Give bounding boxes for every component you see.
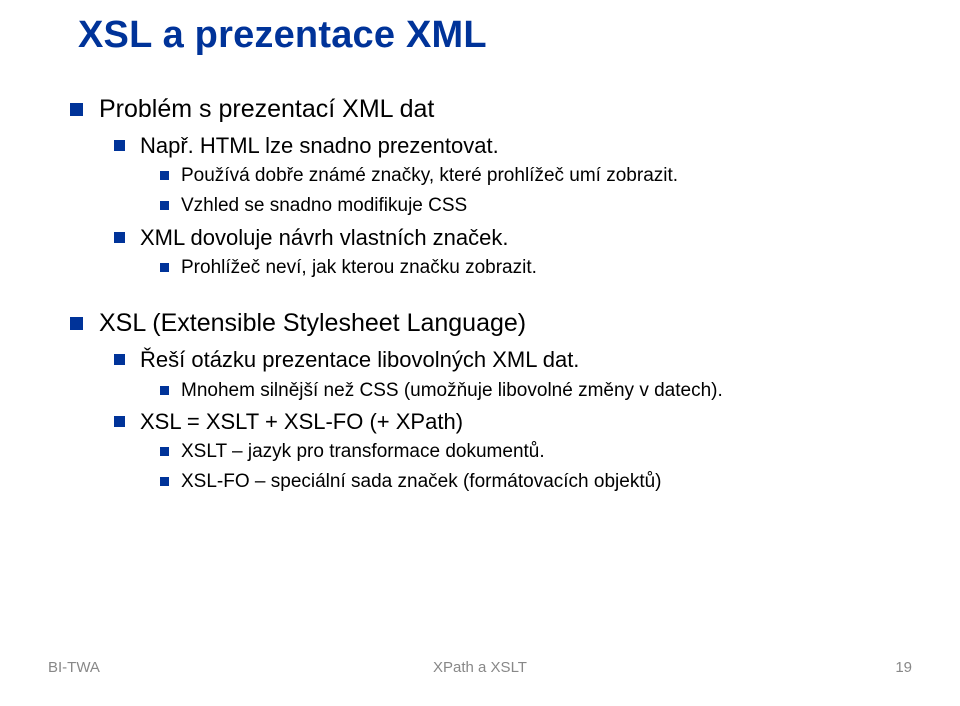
footer-page-number: 19 (895, 659, 912, 676)
list-item: XSL-FO – speciální sada značek (formátov… (160, 469, 890, 495)
bullet-icon (160, 201, 169, 210)
list-item: XML dovoluje návrh vlastních značek. (114, 223, 890, 252)
bullet-list: Problém s prezentací XML dat Např. HTML … (70, 94, 890, 498)
slide-title: XSL a prezentace XML (78, 14, 487, 57)
list-item-label: Problém s prezentací XML dat (99, 94, 434, 125)
list-item: XSLT – jazyk pro transformace dokumentů. (160, 439, 890, 465)
bullet-icon (114, 140, 125, 151)
bullet-icon (70, 317, 83, 330)
list-item-label: Mnohem silnější než CSS (umožňuje libovo… (181, 378, 723, 404)
list-item-label: XML dovoluje návrh vlastních značek. (140, 223, 509, 252)
bullet-icon (160, 171, 169, 180)
list-item: Používá dobře známé značky, které prohlí… (160, 163, 890, 189)
list-item: Prohlížeč neví, jak kterou značku zobraz… (160, 255, 890, 281)
list-item: Mnohem silnější než CSS (umožňuje libovo… (160, 378, 890, 404)
bullet-icon (70, 103, 83, 116)
list-item: XSL (Extensible Stylesheet Language) (70, 308, 890, 339)
list-item: Problém s prezentací XML dat (70, 94, 890, 125)
spacer (70, 284, 890, 308)
bullet-icon (160, 386, 169, 395)
list-item-label: Používá dobře známé značky, které prohlí… (181, 163, 678, 189)
list-item: Řeší otázku prezentace libovolných XML d… (114, 345, 890, 374)
bullet-icon (160, 263, 169, 272)
bullet-icon (114, 232, 125, 243)
list-item-label: XSL = XSLT + XSL-FO (+ XPath) (140, 407, 463, 436)
list-item-label: Řeší otázku prezentace libovolných XML d… (140, 345, 579, 374)
bullet-icon (114, 354, 125, 365)
list-item: Vzhled se snadno modifikuje CSS (160, 193, 890, 219)
list-item: XSL = XSLT + XSL-FO (+ XPath) (114, 407, 890, 436)
list-item-label: Prohlížeč neví, jak kterou značku zobraz… (181, 255, 537, 281)
list-item-label: XSL-FO – speciální sada značek (formátov… (181, 469, 662, 495)
bullet-icon (160, 477, 169, 486)
list-item-label: XSL (Extensible Stylesheet Language) (99, 308, 526, 339)
list-item-label: XSLT – jazyk pro transformace dokumentů. (181, 439, 545, 465)
list-item: Např. HTML lze snadno prezentovat. (114, 131, 890, 160)
slide: XSL a prezentace XML Problém s prezentac… (0, 0, 960, 706)
footer: BI-TWA XPath a XSLT 19 (0, 654, 960, 676)
footer-center: XPath a XSLT (0, 659, 960, 676)
bullet-icon (160, 447, 169, 456)
list-item-label: Např. HTML lze snadno prezentovat. (140, 131, 499, 160)
bullet-icon (114, 416, 125, 427)
list-item-label: Vzhled se snadno modifikuje CSS (181, 193, 467, 219)
